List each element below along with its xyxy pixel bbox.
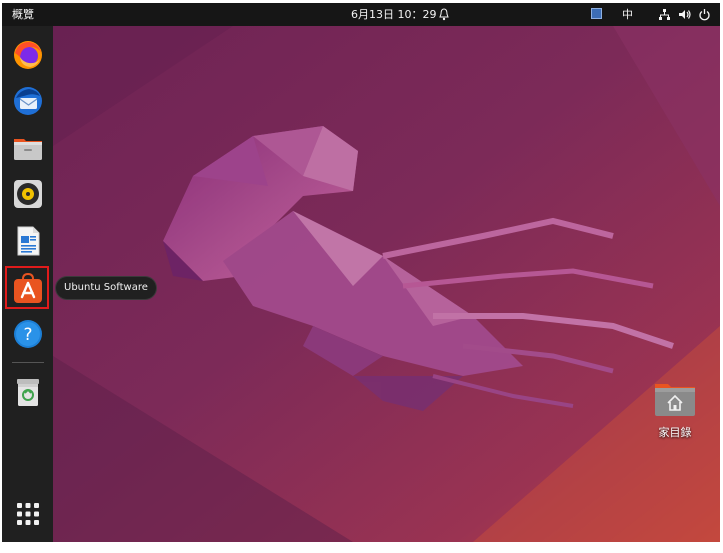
app-grid-icon[interactable] — [16, 502, 40, 526]
thunderbird-icon[interactable] — [12, 85, 44, 117]
keyboard-layout-icon[interactable] — [591, 8, 602, 19]
rhythmbox-icon[interactable] — [12, 178, 44, 210]
selection-highlight-box — [5, 266, 49, 309]
trash-icon[interactable] — [12, 376, 44, 408]
firefox-icon[interactable] — [12, 39, 44, 71]
network-icon[interactable] — [658, 8, 671, 21]
input-method-indicator[interactable]: 中 — [622, 3, 633, 26]
home-folder-icon[interactable] — [654, 381, 696, 417]
help-icon[interactable]: ? — [12, 318, 44, 350]
volume-icon[interactable] — [678, 8, 691, 21]
svg-text:?: ? — [23, 325, 32, 345]
home-folder-label[interactable]: 家目錄 — [645, 424, 705, 440]
date-time-clock[interactable]: 6月13日 10：29 — [351, 3, 437, 26]
dock-tooltip: Ubuntu Software — [56, 277, 156, 299]
alarm-bell-icon[interactable] — [438, 8, 450, 21]
screen: 概覽 6月13日 10：29 中 ? Ubuntu Software 家目錄 — [2, 3, 720, 542]
power-icon[interactable] — [698, 8, 711, 21]
dock: ? — [2, 26, 53, 542]
libreoffice-writer-icon[interactable] — [12, 225, 44, 257]
activities-button[interactable]: 概覽 — [12, 3, 34, 26]
files-icon[interactable] — [12, 132, 44, 164]
top-bar: 概覽 6月13日 10：29 中 — [2, 3, 720, 26]
dock-separator — [12, 362, 44, 363]
